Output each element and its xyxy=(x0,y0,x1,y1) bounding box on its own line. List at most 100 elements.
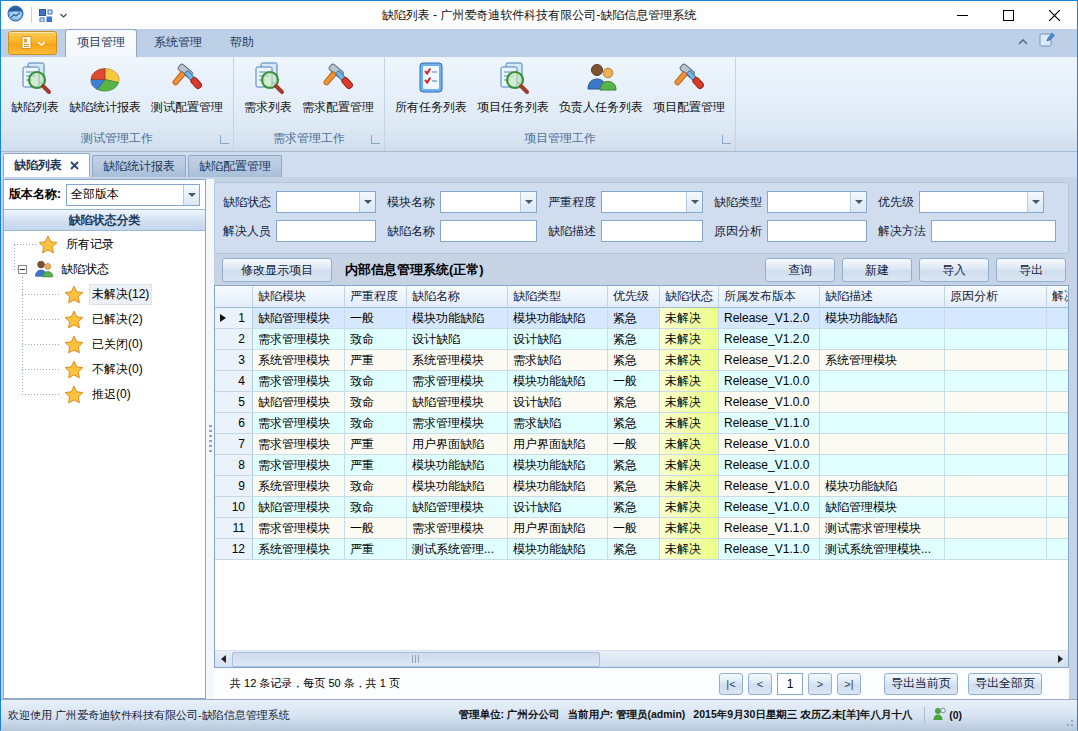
cell-desc xyxy=(820,392,945,413)
cell-solution xyxy=(1047,434,1068,455)
table-row[interactable]: 12系统管理模块严重测试系统管理...模块功能缺陷紧急未解决Release_V1… xyxy=(215,539,1068,560)
scroll-left-icon[interactable] xyxy=(215,651,231,667)
tree-item-7[interactable]: 推迟(0) xyxy=(4,382,205,407)
close-button[interactable] xyxy=(1031,2,1077,28)
filter-input-缺陷名称[interactable] xyxy=(440,220,537,242)
modify-display-button[interactable]: 修改显示项目 xyxy=(222,258,332,282)
column-header-severity[interactable]: 严重程度 xyxy=(345,286,407,308)
last-page-button[interactable]: >| xyxy=(837,673,861,695)
dialog-launcher-icon[interactable] xyxy=(371,135,380,144)
ribbon-button-2-2[interactable]: 需求配置管理 xyxy=(297,59,379,118)
table-row[interactable]: 7需求管理模块严重用户界面缺陷用户界面缺陷一般未解决Release_V1.0.0 xyxy=(215,434,1068,455)
cell-solution xyxy=(1047,455,1068,476)
sidebar-splitter[interactable] xyxy=(206,179,214,699)
column-header-module[interactable]: 缺陷模块 xyxy=(253,286,345,308)
tree-item-5[interactable]: 已关闭(0) xyxy=(4,332,205,357)
ribbon-button-3-1[interactable]: 所有任务列表 xyxy=(390,59,472,118)
table-row[interactable]: 9系统管理模块致命模块功能缺陷模块功能缺陷紧急未解决Release_V1.0.0… xyxy=(215,476,1068,497)
scroll-right-icon[interactable] xyxy=(1052,651,1068,667)
ribbon-button-3-2[interactable]: 项目任务列表 xyxy=(472,59,554,118)
new-button[interactable]: 新建 xyxy=(842,258,912,282)
doc-tab-3[interactable]: 缺陷配置管理 xyxy=(188,155,282,177)
table-row[interactable]: 6需求管理模块致命需求管理模块需求缺陷紧急未解决Release_V1.1.0 xyxy=(215,413,1068,434)
collapse-node-icon[interactable] xyxy=(18,265,27,274)
next-page-button[interactable]: > xyxy=(808,673,832,695)
filter-combo-缺陷状态[interactable] xyxy=(276,191,376,213)
import-button[interactable]: 导入 xyxy=(919,258,989,282)
tree-item-1[interactable]: 所有记录 xyxy=(4,232,205,257)
column-header-num[interactable] xyxy=(215,286,253,308)
tree-item-2[interactable]: 缺陷状态 xyxy=(4,257,205,282)
quick-access-icon[interactable] xyxy=(39,9,67,22)
dialog-launcher-icon[interactable] xyxy=(722,135,731,144)
ribbon-button-1-1[interactable]: 缺陷列表 xyxy=(6,59,64,118)
column-header-priority[interactable]: 优先级 xyxy=(608,286,660,308)
column-header-name[interactable]: 缺陷名称 xyxy=(407,286,508,308)
table-row[interactable]: 8需求管理模块严重模块功能缺陷模块功能缺陷紧急未解决Release_V1.0.0 xyxy=(215,455,1068,476)
first-page-button[interactable]: |< xyxy=(719,673,743,695)
scrollbar-thumb[interactable] xyxy=(232,652,600,667)
column-header-desc[interactable]: 缺陷描述 xyxy=(820,286,945,308)
cell-severity: 严重 xyxy=(345,434,407,455)
collapse-ribbon-icon[interactable] xyxy=(1017,32,1029,50)
tree-item-label: 所有记录 xyxy=(63,234,117,255)
prev-page-button[interactable]: < xyxy=(748,673,772,695)
export-button[interactable]: 导出 xyxy=(996,258,1066,282)
filter-label: 缺陷类型 xyxy=(714,194,762,211)
column-header-release[interactable]: 所属发布版本 xyxy=(719,286,820,308)
cell-solution xyxy=(1047,371,1068,392)
cell-num: 4 xyxy=(215,371,253,392)
doc-tab-1[interactable]: 缺陷列表 xyxy=(3,153,90,177)
filter-input-缺陷描述[interactable] xyxy=(601,220,703,242)
cell-analysis xyxy=(945,392,1047,413)
resize-grip[interactable] xyxy=(1064,717,1074,727)
dialog-launcher-icon[interactable] xyxy=(220,135,229,144)
doc-tab-2[interactable]: 缺陷统计报表 xyxy=(92,155,186,177)
version-select[interactable]: 全部版本 xyxy=(66,184,200,206)
table-row[interactable]: 3系统管理模块严重系统管理模块需求缺陷紧急未解决Release_V1.2.0系统… xyxy=(215,350,1068,371)
column-header-status[interactable]: 缺陷状态 xyxy=(660,286,719,308)
ribbon-button-1-2[interactable]: 缺陷统计报表 xyxy=(64,59,146,118)
ribbon-button-3-3[interactable]: 负责人任务列表 xyxy=(554,59,648,118)
column-header-type[interactable]: 缺陷类型 xyxy=(508,286,608,308)
cell-name: 系统管理模块 xyxy=(407,350,508,371)
export-all-pages-button[interactable]: 导出全部页 xyxy=(968,673,1042,695)
table-row[interactable]: 4需求管理模块致命需求管理模块模块功能缺陷一般未解决Release_V1.0.0 xyxy=(215,371,1068,392)
ribbon-button-2-1[interactable]: 需求列表 xyxy=(239,59,297,118)
filter-combo-模块名称[interactable] xyxy=(440,191,537,213)
column-header-solution[interactable]: 解决方法 xyxy=(1047,286,1068,308)
maximize-button[interactable] xyxy=(985,2,1031,28)
filter-label: 优先级 xyxy=(878,194,914,211)
filter-input-解决方法[interactable] xyxy=(931,220,1056,242)
app-icon[interactable] xyxy=(7,5,24,26)
filter-input-原因分析[interactable] xyxy=(767,220,867,242)
ribbon-button-3-4[interactable]: 项目配置管理 xyxy=(648,59,730,118)
column-header-analysis[interactable]: 原因分析 xyxy=(945,286,1047,308)
export-current-page-button[interactable]: 导出当前页 xyxy=(884,673,958,695)
tree-item-3[interactable]: 未解决(12) xyxy=(4,282,205,307)
ribbon-tab-3[interactable]: 帮助 xyxy=(219,30,265,57)
table-row[interactable]: 5缺陷管理模块致命缺陷管理模块设计缺陷紧急未解决Release_V1.0.0 xyxy=(215,392,1068,413)
cell-module: 需求管理模块 xyxy=(253,413,345,434)
ribbon-button-1-3[interactable]: 测试配置管理 xyxy=(146,59,228,118)
app-menu-button[interactable] xyxy=(8,31,57,55)
close-tab-icon[interactable] xyxy=(70,159,79,173)
table-row[interactable]: 11需求管理模块一般需求管理模块用户界面缺陷一般未解决Release_V1.1.… xyxy=(215,518,1068,539)
filter-input-解决人员[interactable] xyxy=(276,220,376,242)
query-button[interactable]: 查询 xyxy=(765,258,835,282)
tree-item-4[interactable]: 已解决(2) xyxy=(4,307,205,332)
ribbon-tab-1[interactable]: 项目管理 xyxy=(65,29,137,57)
table-row[interactable]: 2需求管理模块致命设计缺陷设计缺陷紧急未解决Release_V1.2.0 xyxy=(215,329,1068,350)
tree-item-6[interactable]: 不解决(0) xyxy=(4,357,205,382)
ribbon-tab-2[interactable]: 系统管理 xyxy=(143,30,213,57)
page-number-input[interactable] xyxy=(777,673,803,695)
table-row[interactable]: 10缺陷管理模块致命缺陷管理模块设计缺陷紧急未解决Release_V1.0.0缺… xyxy=(215,497,1068,518)
minimize-button[interactable] xyxy=(939,2,985,28)
help-window-icon[interactable] xyxy=(1039,31,1055,51)
filter-combo-严重程度[interactable] xyxy=(601,191,703,213)
table-row[interactable]: 1缺陷管理模块一般模块功能缺陷模块功能缺陷紧急未解决Release_V1.2.0… xyxy=(215,308,1068,329)
filter-combo-优先级[interactable] xyxy=(919,191,1044,213)
horizontal-scrollbar[interactable] xyxy=(215,650,1068,667)
filter-combo-缺陷类型[interactable] xyxy=(767,191,867,213)
cell-status: 未解决 xyxy=(660,476,719,497)
